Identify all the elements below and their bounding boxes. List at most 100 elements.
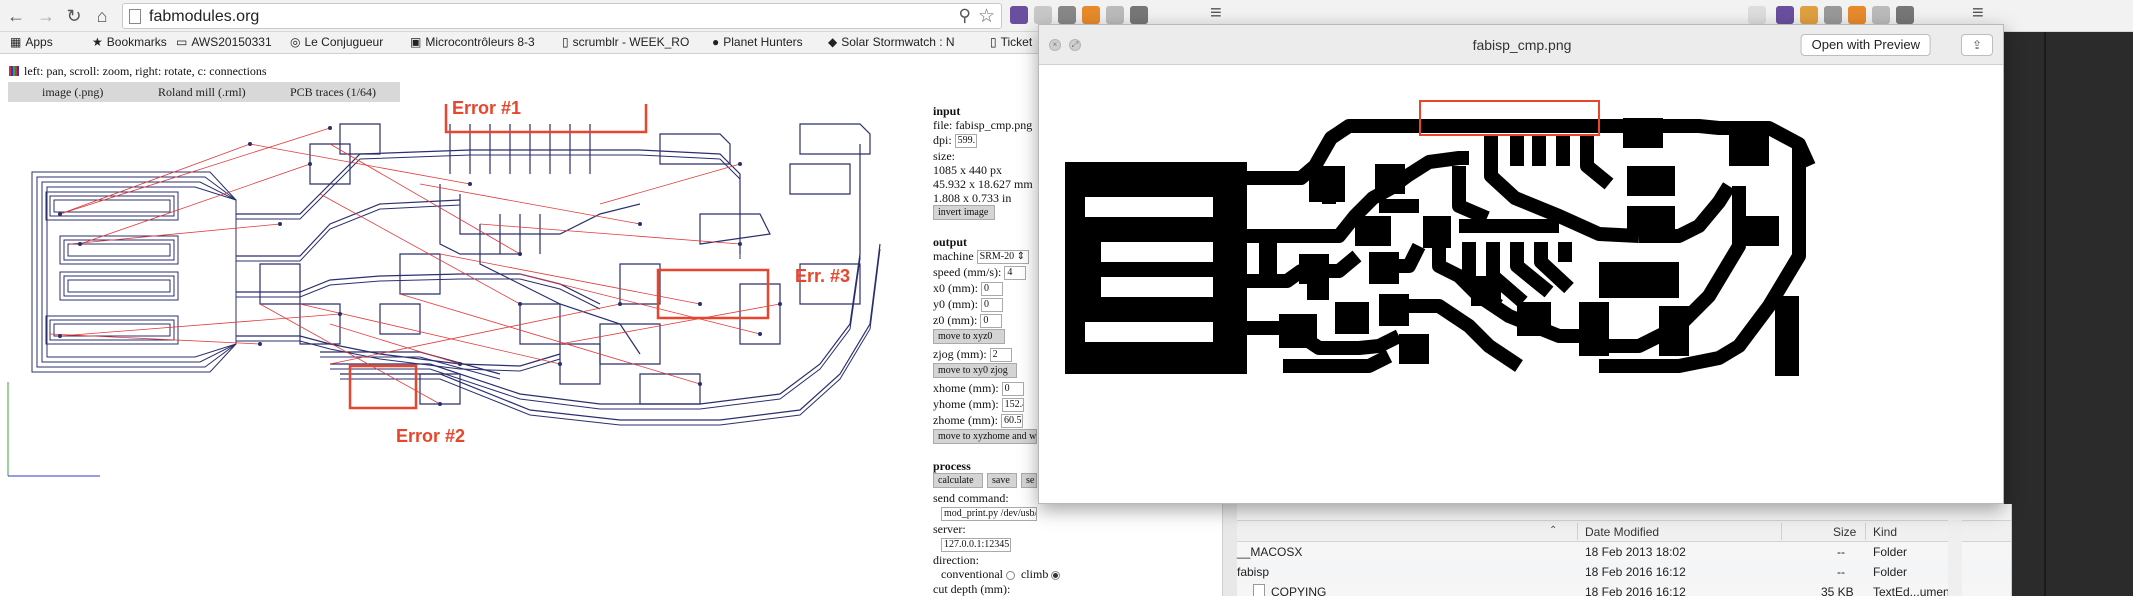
menu-icon[interactable]: ≡ (1210, 2, 1222, 25)
move-to-xy0-zjog-button[interactable]: move to xy0 zjog (933, 363, 1017, 378)
speed-field[interactable]: 4 (1004, 266, 1027, 281)
solar-icon: ◆ (828, 35, 838, 49)
apps-grid-icon: ▦ (10, 35, 22, 49)
zjog-field[interactable]: 2 (989, 348, 1012, 363)
bookmark-item[interactable]: ▯ Ticket (990, 35, 1032, 49)
file-size: -- (1837, 545, 1845, 559)
z0-field[interactable]: 0 (980, 314, 1003, 329)
extension-icon[interactable] (1034, 6, 1052, 24)
bookmark-label: Solar Stormwatch : N (841, 35, 955, 49)
toolpath-trace (259, 263, 301, 305)
finder-row[interactable]: __MACOSX 18 Feb 2013 18:02 -- Folder (1237, 542, 2011, 562)
bookmark-star-icon[interactable]: ☆ (978, 5, 995, 28)
bookmark-item[interactable]: ▭ AWS20150331 (176, 35, 272, 49)
new-badge-icon[interactable] (1082, 6, 1100, 24)
bookmark-item[interactable]: ● Planet Hunters (712, 35, 803, 49)
file-kind: Folder (1873, 565, 1908, 579)
finder-scrollbar[interactable] (1948, 520, 1962, 596)
climb-radio[interactable] (1051, 570, 1061, 580)
quicklook-titlebar: × ⤢ fabisp_cmp.png Open with Preview ⇪ (1039, 25, 2003, 65)
toolpath-trace (399, 253, 441, 295)
file-date: 18 Feb 2016 16:12 (1585, 585, 1686, 596)
bookmark-item[interactable]: ◎ Le Conjugueur (290, 35, 383, 49)
toolpath-node (78, 242, 82, 246)
server-label: server: (933, 522, 966, 536)
climb-label: climb (1020, 567, 1049, 581)
menu-icon[interactable]: ≡ (1972, 2, 1984, 25)
toolpath-pad (53, 323, 171, 337)
zhome-field[interactable]: 60.5 (1000, 414, 1023, 429)
file-date: 18 Feb 2016 16:12 (1585, 565, 1686, 579)
toolpath-pad (67, 279, 171, 293)
extension-icon[interactable] (1106, 6, 1124, 24)
size-header[interactable]: Size (1833, 525, 1856, 539)
toolpath-node (458, 362, 462, 366)
tab-image-png[interactable]: image (.png) (42, 85, 103, 100)
new-badge-icon[interactable] (1848, 6, 1866, 24)
sort-chevron-icon[interactable]: ⌃ (1549, 525, 1557, 536)
zoom-icon[interactable]: ⚲ (959, 6, 971, 26)
open-with-preview-button[interactable]: Open with Preview (1800, 34, 1931, 56)
bookmark-label: Planet Hunters (723, 35, 803, 49)
y0-field[interactable]: 0 (981, 298, 1003, 313)
move-to-xyz0-button[interactable]: move to xyz0 (933, 329, 1005, 344)
bookmark-item[interactable]: ★ Bookmarks (92, 35, 167, 49)
connection-line (319, 193, 521, 305)
finder-row[interactable]: fabisp 18 Feb 2016 16:12 -- Folder (1237, 562, 2011, 582)
toolpath-node (518, 252, 522, 256)
bookmark-item[interactable]: ◆ Solar Stormwatch : N (828, 35, 955, 49)
home-icon[interactable]: ⌂ (90, 4, 114, 28)
cast-icon[interactable] (1824, 6, 1842, 24)
kind-header[interactable]: Kind (1873, 525, 1897, 539)
address-bar[interactable]: fabmodules.org ⚲ ☆ (122, 3, 1002, 29)
bookmark-item[interactable]: ▣ Microcontrôleurs 8-3 (410, 35, 535, 49)
toolpath-node (338, 312, 342, 316)
process-heading: process (933, 459, 971, 473)
x0-field[interactable]: 0 (981, 282, 1003, 297)
size-px: 1085 x 440 px (933, 163, 1002, 177)
toolpath-node (258, 342, 262, 346)
date-modified-header[interactable]: Date Modified (1585, 525, 1659, 539)
bookmark-star-icon[interactable] (1748, 6, 1766, 24)
server-field[interactable]: 127.0.0.1:12345 (941, 538, 1011, 553)
extension-icon[interactable] (1896, 6, 1914, 24)
toolpath-trace (519, 303, 561, 345)
save-button[interactable]: save (987, 473, 1017, 488)
send-command-field[interactable]: mod_print.py /dev/usb/lp (941, 507, 1037, 522)
cast-icon[interactable] (1058, 6, 1076, 24)
bookmark-item[interactable]: ▯ scrumblr - WEEK_RO (562, 35, 689, 49)
finder-sidebar (1223, 504, 1237, 596)
tab-pcb-traces[interactable]: PCB traces (1/64) (290, 85, 376, 100)
back-icon[interactable]: ← (4, 4, 28, 28)
forward-icon[interactable]: → (34, 4, 58, 28)
extension-icon[interactable] (1010, 6, 1028, 24)
toolpath-node (618, 302, 622, 306)
tab-roland-mill[interactable]: Roland mill (.rml) (158, 85, 246, 100)
bookmark-label: scrumblr - WEEK_RO (572, 35, 690, 49)
reload-icon[interactable]: ↻ (62, 4, 86, 28)
toolpath-pad (49, 195, 175, 217)
move-to-xyzhome-button[interactable]: move to xyzhome and wait (933, 429, 1037, 444)
conventional-radio[interactable] (1005, 570, 1015, 580)
extension-icon[interactable] (1776, 6, 1794, 24)
invert-image-button[interactable]: invert image (933, 205, 995, 220)
finder-row[interactable]: COPYING 18 Feb 2016 16:12 35 KB TextEd..… (1237, 582, 2011, 596)
yhome-field[interactable]: 152.4 (1001, 398, 1024, 413)
extension-icon[interactable] (1130, 6, 1148, 24)
bookmark-label: AWS20150331 (191, 35, 272, 49)
dpi-field[interactable]: 599. (954, 134, 977, 149)
extension-icon[interactable] (1872, 6, 1890, 24)
share-icon[interactable]: ⇪ (1961, 34, 1993, 56)
toolpath-node (758, 332, 762, 336)
machine-select[interactable]: SRM-20 ⇕ (976, 250, 1029, 265)
calculate-button[interactable]: calculate (933, 473, 983, 488)
file-name: __MACOSX (1237, 545, 1303, 559)
toolpath-trace (639, 373, 701, 405)
extension-icon[interactable] (1800, 6, 1818, 24)
send-button[interactable]: se (1021, 473, 1037, 488)
bookmark-item[interactable]: ▦ Apps (10, 35, 53, 49)
xhome-field[interactable]: 0 (1001, 382, 1024, 397)
finder-window: ⌃ Date Modified Size Kind __MACOSX 18 Fe… (1222, 504, 2012, 596)
bookmark-label: Apps (25, 35, 53, 49)
size-mm: 45.932 x 18.627 mm (933, 177, 1033, 191)
